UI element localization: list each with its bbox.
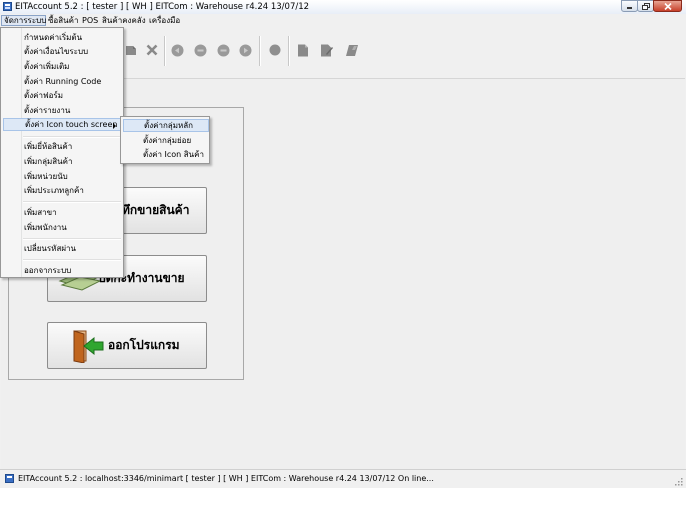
eraser-icon[interactable] [345, 44, 359, 57]
menu-item-add-unit[interactable]: เพิ่มหน่วยนับ [3, 170, 121, 183]
edit-page-icon[interactable] [320, 44, 333, 57]
submenu-item-main-group[interactable]: ตั้งค่ากลุ่มหลัก [123, 119, 209, 132]
window-title: EITAccount 5.2 : [ tester ] [ WH ] EITCo… [15, 2, 310, 12]
menu-separator [23, 238, 121, 240]
app-icon [3, 2, 12, 11]
menu-tools[interactable]: เครื่องมือ [147, 15, 182, 26]
exit-door-icon [73, 330, 104, 363]
menu-item-default-settings[interactable]: กำหนดค่าเริ่มต้น [3, 31, 121, 44]
doc-icon[interactable] [125, 44, 137, 56]
resize-grip-icon[interactable] [675, 478, 683, 486]
record-icon[interactable] [269, 44, 281, 56]
menu-bar: จัดการระบบ ซื้อสินค้า POS สินค้าคงคลัง เ… [0, 14, 686, 27]
menu-separator [23, 259, 121, 261]
minimize-button[interactable] [621, 0, 638, 12]
system-dropdown-menu: กำหนดค่าเริ่มต้น ตั้งค่าเงื่อนไขระบบ ตั้… [0, 27, 124, 278]
menu-item-add-branch[interactable]: เพิ่มสาขา [3, 206, 121, 219]
menu-inventory[interactable]: สินค้าคงคลัง [100, 15, 148, 26]
menu-item-add-brand[interactable]: เพิ่มยี่ห้อสินค้า [3, 140, 121, 153]
menu-item-logout[interactable]: ออกจากระบบ [3, 264, 121, 277]
minimize-icon [627, 6, 632, 9]
previous-record-icon[interactable] [194, 44, 207, 57]
menu-item-running-code[interactable]: ตั้งค่า Running Code [3, 75, 121, 88]
menu-item-icon-touch-screen[interactable]: ตั้งค่า Icon touch screen [3, 118, 121, 131]
exit-program-label: ออกโปรแกรม [108, 338, 180, 352]
sales-record-label: ทึกขายสินค้า [122, 203, 190, 217]
first-record-icon[interactable] [171, 44, 184, 57]
menu-item-system-conditions[interactable]: ตั้งค่าเงื่อนไขระบบ [3, 45, 121, 58]
close-icon [663, 2, 672, 10]
menu-item-form-settings[interactable]: ตั้งค่าฟอร์ม [3, 89, 121, 102]
menu-item-report-settings[interactable]: ตั้งค่ารายงาน [3, 104, 121, 117]
submenu-arrow-icon [113, 123, 116, 129]
app-window: EITAccount 5.2 : [ tester ] [ WH ] EITCo… [0, 0, 686, 488]
menu-separator [23, 136, 121, 138]
menu-system[interactable]: จัดการระบบ [1, 15, 46, 26]
close-button[interactable] [653, 0, 682, 12]
submenu-item-sub-group[interactable]: ตั้งค่ากลุ่มย่อย [123, 134, 209, 147]
submenu-item-product-icon[interactable]: ตั้งค่า Icon สินค้า [123, 148, 209, 161]
maximize-button[interactable] [637, 0, 654, 12]
page-icon[interactable] [297, 44, 309, 57]
menu-separator [23, 201, 121, 203]
menu-item-add-employee[interactable]: เพิ่มพนักงาน [3, 221, 121, 234]
menu-item-change-password[interactable]: เปลี่ยนรหัสผ่าน [3, 242, 121, 255]
menu-item-extra-settings[interactable]: ตั้งค่าเพิ่มเติม [3, 60, 121, 73]
restore-icon [641, 2, 650, 10]
next-record-icon[interactable] [217, 44, 230, 57]
status-bar: EITAccount 5.2 : localhost:3346/minimart… [0, 469, 686, 488]
menu-item-add-customer-type[interactable]: เพิ่มประเภทลูกค้า [3, 184, 121, 197]
menu-item-label: ตั้งค่า Icon touch screen [25, 120, 118, 129]
toolbar-separator [164, 36, 166, 66]
exit-program-button[interactable]: ออกโปรแกรม [47, 322, 207, 369]
icon-touch-screen-submenu: ตั้งค่ากลุ่มหลัก ตั้งค่ากลุ่มย่อย ตั้งค่… [120, 116, 210, 164]
status-text: EITAccount 5.2 : localhost:3346/minimart… [18, 474, 434, 483]
app-icon [5, 474, 14, 483]
menu-purchase[interactable]: ซื้อสินค้า [46, 15, 80, 26]
last-record-icon[interactable] [239, 44, 252, 57]
toolbar-separator [288, 36, 290, 66]
menu-pos[interactable]: POS [80, 15, 100, 26]
delete-icon[interactable] [146, 44, 158, 56]
menu-item-add-product-group[interactable]: เพิ่มกลุ่มสินค้า [3, 155, 121, 168]
toolbar-separator [259, 36, 261, 66]
title-bar[interactable]: EITAccount 5.2 : [ tester ] [ WH ] EITCo… [0, 0, 686, 14]
